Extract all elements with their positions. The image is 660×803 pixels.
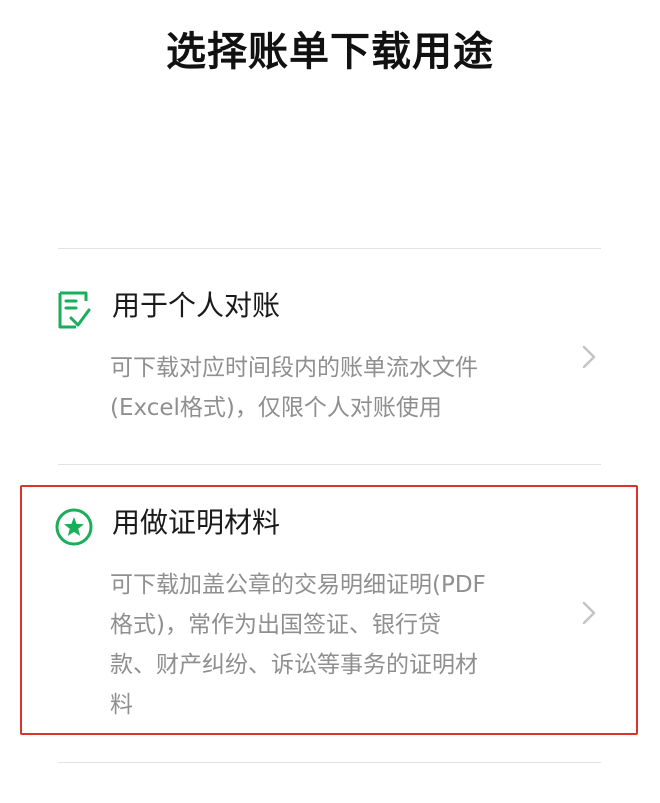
option-description-line: 格式)，常作为出国签证、银行贷: [110, 612, 441, 638]
divider-bottom: [58, 762, 601, 763]
option-proof-material[interactable]: 用做证明材料 可下载加盖公章的交易明细证明(PDF 格式)，常作为出国签证、银行…: [20, 485, 638, 735]
option-description-line: 可下载加盖公章的交易明细证明(PDF: [110, 572, 486, 598]
divider-top: [58, 248, 601, 249]
page-title: 选择账单下载用途: [166, 29, 494, 75]
option-description: 可下载加盖公章的交易明细证明(PDF 格式)，常作为出国签证、银行贷 款、财产纠…: [110, 565, 486, 725]
option-description-line: 料: [110, 692, 133, 718]
option-description-line: (Excel格式)，仅限个人对账使用: [110, 395, 442, 421]
download-purpose-screen: 选择账单下载用途 用于个人对账 可下载对应时间段内的账单流水文件 (Excel格…: [0, 0, 660, 803]
option-title: 用于个人对账: [112, 289, 281, 322]
option-personal-reconciliation[interactable]: 用于个人对账 可下载对应时间段内的账单流水文件 (Excel格式)，仅限个人对账…: [20, 270, 638, 450]
option-title: 用做证明材料: [112, 506, 281, 539]
document-check-icon: [58, 291, 91, 329]
option-description: 可下载对应时间段内的账单流水文件 (Excel格式)，仅限个人对账使用: [110, 348, 478, 428]
divider-middle: [58, 464, 601, 465]
option-description-line: 可下载对应时间段内的账单流水文件: [110, 355, 478, 381]
option-description-line: 款、财产纠纷、诉讼等事务的证明材: [110, 652, 478, 678]
chevron-right-icon: [582, 345, 596, 369]
chevron-right-icon: [582, 601, 596, 625]
star-circle-icon: [55, 508, 93, 546]
